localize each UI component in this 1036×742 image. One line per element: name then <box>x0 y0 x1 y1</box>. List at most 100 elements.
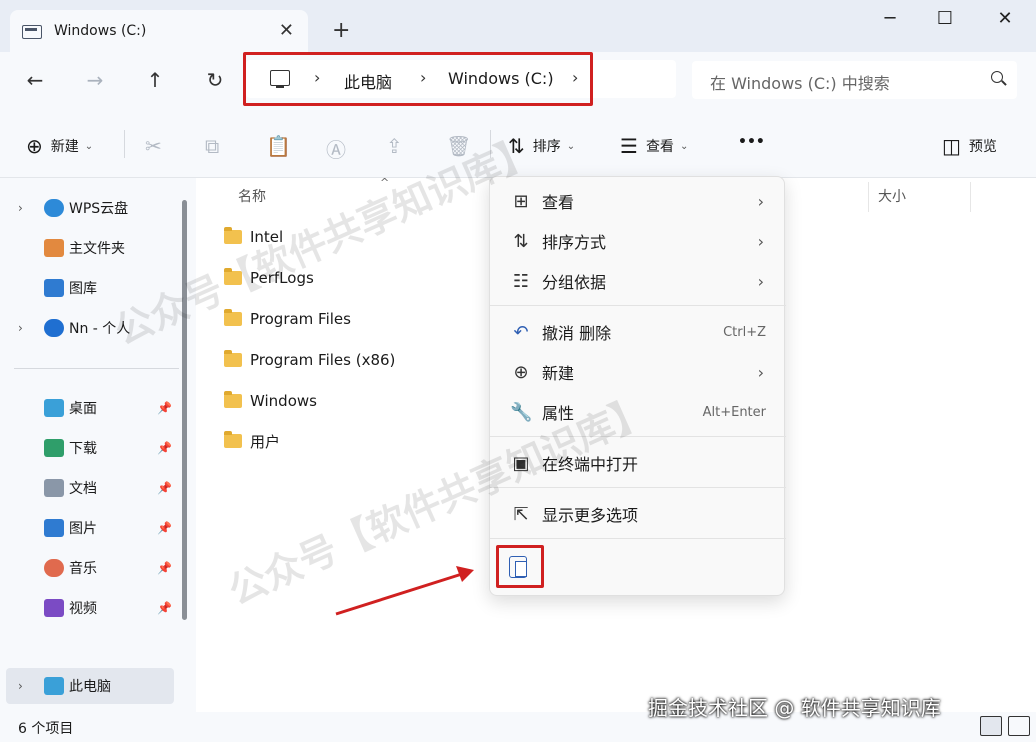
minimize-button[interactable]: ─ <box>870 8 910 29</box>
menu-item-label: 分组依据 <box>542 273 607 292</box>
close-button[interactable]: ✕ <box>985 8 1025 29</box>
menu-item-new[interactable]: ⊕ 新建 › <box>498 354 778 390</box>
sidebar-item-pictures[interactable]: 图片 📌 <box>0 510 176 546</box>
title-bar: Windows (C:) ✕ + ─ ☐ ✕ <box>0 0 1036 52</box>
menu-item-label: 查看 <box>542 193 575 212</box>
menu-item-label: 排序方式 <box>542 233 607 252</box>
more-button[interactable]: ••• <box>738 134 765 150</box>
column-header-size[interactable]: 大小 <box>878 186 906 206</box>
plus-circle-icon: ⊕ <box>26 134 43 158</box>
chevron-down-icon: ⌄ <box>566 140 576 152</box>
details-view-button[interactable] <box>980 716 1002 736</box>
list-item[interactable]: Program Files <box>224 304 351 334</box>
pin-icon: 📌 <box>157 521 172 535</box>
undo-icon: ↶ <box>513 321 529 343</box>
maximize-button[interactable]: ☐ <box>925 8 965 29</box>
cut-button[interactable]: ✂ <box>145 134 170 158</box>
search-icon <box>991 71 1003 83</box>
sidebar-item-label: 音乐 <box>69 561 97 577</box>
folder-icon <box>224 227 242 244</box>
folder-icon <box>224 431 242 448</box>
file-name: Program Files (x86) <box>250 351 396 369</box>
chevron-right-icon[interactable]: › <box>18 679 23 693</box>
rename-button[interactable]: Ⓐ <box>326 134 354 163</box>
menu-item-group-by[interactable]: ☷ 分组依据 › <box>498 263 778 299</box>
copy-button[interactable]: ⧉ <box>205 134 227 158</box>
menu-item-label: 新建 <box>542 364 575 383</box>
back-button[interactable]: ← <box>20 68 50 92</box>
paste-highlight-box <box>496 545 544 588</box>
pin-icon: 📌 <box>157 441 172 455</box>
menu-item-view[interactable]: ⊞ 查看 › <box>498 183 778 219</box>
sidebar-item-label: 图片 <box>69 521 97 537</box>
footer-watermark: 掘金技术社区 @ 软件共享知识库 <box>648 696 941 720</box>
sidebar-scrollbar[interactable] <box>182 200 187 620</box>
tab-title: Windows (C:) <box>54 23 147 39</box>
chevron-right-icon: › <box>757 271 764 291</box>
folder-icon <box>224 391 242 408</box>
chevron-right-icon[interactable]: › <box>18 201 23 215</box>
column-header-name[interactable]: 名称 <box>238 186 266 206</box>
view-label: 查看 <box>645 139 674 155</box>
pin-icon: 📌 <box>157 481 172 495</box>
list-item[interactable]: Program Files (x86) <box>224 345 395 375</box>
search-input[interactable]: 在 Windows (C:) 中搜索 <box>692 61 1017 99</box>
music-icon <box>44 559 64 577</box>
plus-circle-icon: ⊕ <box>513 361 529 383</box>
menu-item-sort-by[interactable]: ⇅ 排序方式 › <box>498 223 778 259</box>
sidebar-item-label: 桌面 <box>69 401 97 417</box>
sidebar-item-videos[interactable]: 视频 📌 <box>0 590 176 626</box>
sidebar-divider <box>14 368 179 369</box>
view-button[interactable]: ☰ 查看 ⌄ <box>620 134 688 158</box>
wrench-icon: 🔧 <box>510 401 533 423</box>
sidebar-item-label: 视频 <box>69 601 97 617</box>
clipboard-icon: 📋 <box>266 134 291 158</box>
share-icon: ⇪ <box>386 134 403 158</box>
refresh-button[interactable]: ↻ <box>200 68 230 92</box>
videos-icon <box>44 599 64 617</box>
sidebar-item-label: 下载 <box>69 441 97 457</box>
new-button[interactable]: ⊕ 新建 ⌄ <box>26 134 93 158</box>
menu-shortcut: Alt+Enter <box>702 404 766 420</box>
column-divider <box>970 182 971 212</box>
file-name: Program Files <box>250 310 351 328</box>
sidebar-item-desktop[interactable]: 桌面 📌 <box>0 390 176 426</box>
sidebar-item-home[interactable]: 主文件夹 <box>0 230 176 266</box>
paste-button[interactable]: 📋 <box>266 134 299 158</box>
chevron-right-icon: › <box>757 362 764 382</box>
menu-item-label: 显示更多选项 <box>542 506 639 525</box>
up-button[interactable]: ↑ <box>140 68 170 92</box>
menu-item-show-more-options[interactable]: ⇱ 显示更多选项 <box>498 496 778 532</box>
tab-windows-c[interactable]: Windows (C:) ✕ <box>10 10 308 52</box>
navigation-pane: › WPS云盘 主文件夹 图库 › Nn - 个人 桌面 📌 下载 📌 文档 📌… <box>0 178 196 712</box>
preview-button[interactable]: ◫ 预览 <box>942 134 997 158</box>
item-count: 6 个项目 <box>18 721 74 737</box>
gallery-icon <box>44 279 64 297</box>
chevron-right-icon[interactable]: › <box>18 321 23 335</box>
menu-item-undo-delete[interactable]: ↶ 撤消 删除 Ctrl+Z <box>498 314 778 350</box>
chevron-down-icon: ⌄ <box>84 140 94 152</box>
sidebar-item-music[interactable]: 音乐 📌 <box>0 550 176 586</box>
sidebar-item-downloads[interactable]: 下载 📌 <box>0 430 176 466</box>
onedrive-icon <box>44 319 64 337</box>
menu-separator <box>490 487 786 488</box>
sidebar-item-wps-cloud[interactable]: › WPS云盘 <box>0 190 176 226</box>
sidebar-item-this-pc[interactable]: › 此电脑 <box>6 668 174 704</box>
search-placeholder: 在 Windows (C:) 中搜索 <box>710 74 890 93</box>
pictures-icon <box>44 519 64 537</box>
sidebar-item-label: WPS云盘 <box>69 201 129 217</box>
sidebar-item-documents[interactable]: 文档 📌 <box>0 470 176 506</box>
list-item[interactable]: Windows <box>224 386 317 416</box>
forward-button[interactable]: → <box>80 68 110 92</box>
desktop-icon <box>44 399 64 417</box>
group-icon: ☷ <box>512 270 530 292</box>
tab-close-button[interactable]: ✕ <box>279 20 294 41</box>
list-item[interactable]: 用户 <box>224 426 280 456</box>
home-icon <box>44 239 64 257</box>
this-pc-icon <box>44 677 64 695</box>
preview-pane-icon: ◫ <box>942 134 961 158</box>
new-tab-button[interactable]: + <box>332 18 350 43</box>
toolbar-divider <box>124 130 125 158</box>
tiles-view-button[interactable] <box>1008 716 1030 736</box>
share-button[interactable]: ⇪ <box>386 134 411 158</box>
